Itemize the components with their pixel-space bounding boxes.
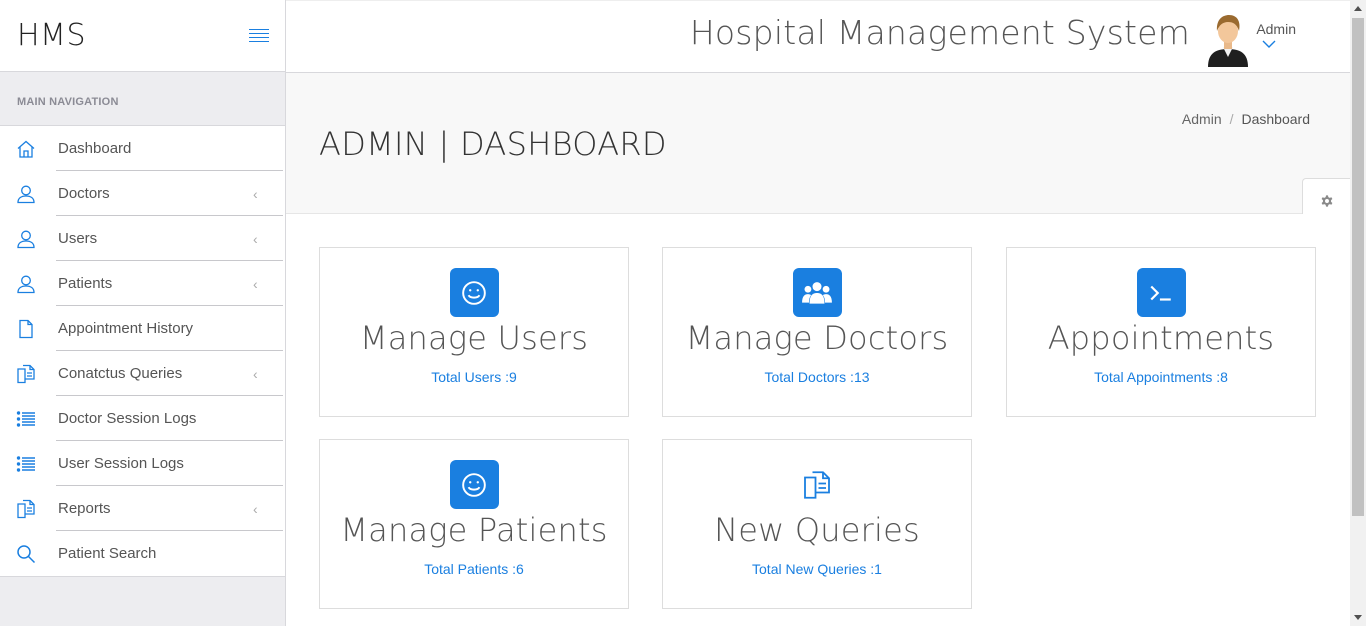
sidebar-item-user-session-logs[interactable]: User Session Logs xyxy=(0,441,285,486)
user-icon xyxy=(0,274,58,294)
sidebar-item-label: Conatctus Queries xyxy=(58,365,183,382)
smiley-icon xyxy=(449,460,499,509)
user-icon xyxy=(0,229,58,249)
avatar[interactable] xyxy=(1206,13,1250,67)
sidebar-item-users[interactable]: Users ‹ xyxy=(0,216,285,261)
sidebar-item-label: Doctors xyxy=(58,185,110,202)
breadcrumb-admin[interactable]: Admin xyxy=(1182,111,1222,127)
chevron-down-icon[interactable] xyxy=(1262,39,1276,49)
search-icon xyxy=(0,544,58,564)
sidebar-item-dashboard[interactable]: Dashboard xyxy=(0,126,285,171)
chevron-left-icon: ‹ xyxy=(253,230,258,247)
app-title: Hospital Management System xyxy=(689,13,1190,52)
page-header: ADMIN | DASHBOARD Admin / Dashboard xyxy=(286,73,1350,214)
total-users-link[interactable]: Total Users :9 xyxy=(431,369,517,385)
chevron-left-icon: ‹ xyxy=(253,500,258,517)
files-icon xyxy=(0,499,58,519)
files-icon xyxy=(0,364,58,384)
breadcrumb: Admin / Dashboard xyxy=(1182,111,1310,127)
card-title: Manage Doctors xyxy=(685,319,949,357)
smiley-icon xyxy=(449,268,499,317)
sidebar-item-label: Appointment History xyxy=(58,320,194,337)
menu-toggle-icon[interactable] xyxy=(249,28,269,43)
sidebar-item-label: User Session Logs xyxy=(58,455,184,472)
list-icon xyxy=(0,454,58,474)
nav-section-header: MAIN NAVIGATION xyxy=(0,72,285,126)
chevron-left-icon: ‹ xyxy=(253,275,258,292)
sidebar-item-contactus-queries[interactable]: Conatctus Queries ‹ xyxy=(0,351,285,396)
file-icon xyxy=(0,319,58,339)
chevron-left-icon: ‹ xyxy=(253,365,258,382)
users-group-icon xyxy=(792,268,842,317)
card-title: Appointments xyxy=(1047,319,1275,357)
sidebar-item-reports[interactable]: Reports ‹ xyxy=(0,486,285,531)
total-patients-link[interactable]: Total Patients :6 xyxy=(424,561,524,577)
page-title: ADMIN | DASHBOARD xyxy=(319,125,667,163)
sidebar-item-doctor-session-logs[interactable]: Doctor Session Logs xyxy=(0,396,285,441)
sidebar-item-patients[interactable]: Patients ‹ xyxy=(0,261,285,306)
user-name[interactable]: Admin xyxy=(1256,21,1296,37)
sidebar-item-label: Reports xyxy=(58,500,111,517)
sidebar: HMS MAIN NAVIGATION Dashboard Doctors ‹ … xyxy=(0,0,286,626)
total-new-queries-link[interactable]: Total New Queries :1 xyxy=(752,561,882,577)
sidebar-item-label: Users xyxy=(58,230,98,247)
breadcrumb-separator: / xyxy=(1229,111,1234,127)
sidebar-item-doctors[interactable]: Doctors ‹ xyxy=(0,171,285,216)
card-new-queries: New Queries Total New Queries :1 xyxy=(662,439,972,609)
breadcrumb-dashboard: Dashboard xyxy=(1241,111,1311,127)
terminal-icon xyxy=(1136,268,1186,317)
card-manage-doctors: Manage Doctors Total Doctors :13 xyxy=(662,247,972,417)
sidebar-item-label: Dashboard xyxy=(58,140,132,157)
card-title: Manage Users xyxy=(359,319,589,357)
scroll-up-arrow-icon[interactable] xyxy=(1354,6,1362,11)
card-manage-users: Manage Users Total Users :9 xyxy=(319,247,629,417)
brand-bar: HMS xyxy=(0,0,285,72)
home-icon xyxy=(0,139,58,159)
files-icon xyxy=(793,460,842,509)
card-title: Manage Patients xyxy=(340,511,608,549)
vertical-scrollbar[interactable] xyxy=(1350,0,1366,626)
gear-icon xyxy=(1321,195,1332,207)
dashboard-content: Manage Users Total Users :9 Manage Docto… xyxy=(286,214,1350,626)
user-icon xyxy=(0,184,58,204)
main-navigation: Dashboard Doctors ‹ Users ‹ Patients ‹ A… xyxy=(0,126,285,577)
sidebar-item-label: Patient Search xyxy=(58,545,157,562)
sidebar-item-label: Doctor Session Logs xyxy=(58,410,197,427)
brand-logo-text[interactable]: HMS xyxy=(17,18,86,53)
card-title: New Queries xyxy=(714,511,920,549)
scrollbar-thumb[interactable] xyxy=(1352,18,1364,516)
sidebar-item-appointment-history[interactable]: Appointment History xyxy=(0,306,285,351)
card-appointments: Appointments Total Appointments :8 xyxy=(1006,247,1316,417)
sidebar-item-patient-search[interactable]: Patient Search xyxy=(0,531,285,576)
chevron-left-icon: ‹ xyxy=(253,185,258,202)
top-bar: Hospital Management System Admin xyxy=(286,0,1350,73)
total-doctors-link[interactable]: Total Doctors :13 xyxy=(764,369,869,385)
sidebar-item-label: Patients xyxy=(58,275,113,292)
total-appointments-link[interactable]: Total Appointments :8 xyxy=(1094,369,1228,385)
card-manage-patients: Manage Patients Total Patients :6 xyxy=(319,439,629,609)
scroll-down-arrow-icon[interactable] xyxy=(1354,615,1362,620)
list-icon xyxy=(0,409,58,429)
